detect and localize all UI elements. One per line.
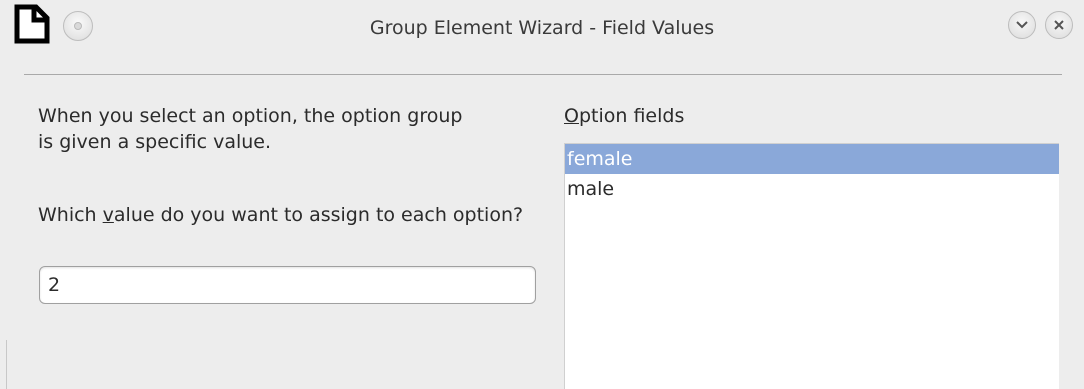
question-prefix: Which — [38, 204, 103, 226]
wizard-window: Group Element Wizard - Field Values When… — [0, 0, 1084, 389]
list-item-male[interactable]: male — [565, 174, 1059, 204]
chevron-down-icon — [1016, 21, 1028, 29]
option-fields-label: Option fields — [564, 105, 684, 127]
value-field[interactable] — [39, 266, 536, 304]
close-button[interactable] — [1045, 11, 1073, 39]
question-suffix: alue do you want to assign to each optio… — [113, 204, 524, 226]
window-title: Group Element Wizard - Field Values — [369, 17, 715, 39]
close-icon — [1054, 20, 1064, 30]
question-label: Which value do you want to assign to eac… — [38, 202, 538, 228]
question-accel: v — [102, 204, 114, 226]
option-fields-accel: O — [564, 105, 579, 127]
option-fields-label-rest: ption fields — [578, 105, 685, 127]
header-separator — [24, 74, 1062, 75]
left-edge-line — [6, 340, 7, 389]
titlebar: Group Element Wizard - Field Values — [0, 0, 1084, 56]
shade-button[interactable] — [1008, 11, 1036, 39]
list-item-female[interactable]: female — [565, 144, 1059, 174]
instruction-text: When you select an option, the option gr… — [38, 105, 463, 153]
option-fields-list[interactable]: female male — [564, 143, 1059, 389]
